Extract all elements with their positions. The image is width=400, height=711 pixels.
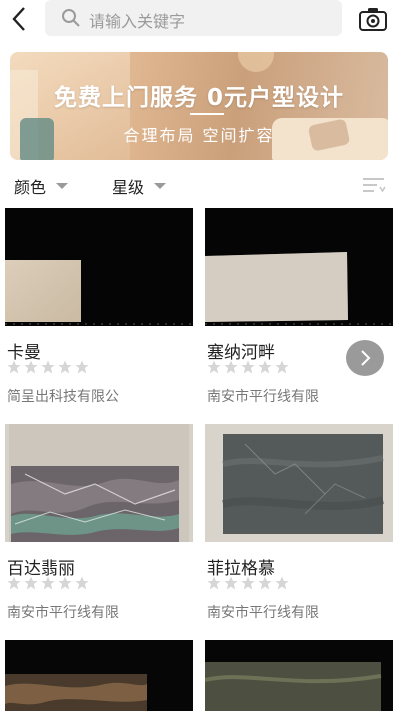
star-icon (41, 360, 55, 374)
rating-stars (7, 576, 89, 592)
sort-icon[interactable] (362, 176, 386, 194)
star-icon (241, 360, 255, 374)
company-name: 南安市平行线有限 (207, 389, 319, 405)
caret-down-icon (56, 183, 69, 189)
star-icon (75, 360, 89, 374)
star-icon (24, 360, 38, 374)
search-placeholder: 请输入关键字 (89, 12, 186, 31)
chevron-right-icon (361, 350, 371, 366)
product-image (5, 640, 193, 711)
company-name: 简呈出科技有限公 (7, 389, 119, 405)
top-bar: 请输入关键字 (0, 0, 400, 40)
caret-down-icon (154, 183, 167, 189)
star-icon (207, 576, 221, 590)
star-icon (275, 360, 289, 374)
star-icon (41, 576, 55, 590)
product-card[interactable]: 菲拉格慕 南安市平行线有限 (205, 424, 393, 634)
product-image (5, 424, 193, 542)
back-icon[interactable] (8, 4, 32, 34)
star-icon (24, 576, 38, 590)
star-icon (75, 576, 89, 590)
rating-stars (207, 360, 289, 376)
banner-subtitle: 合理布局 空间扩容 (123, 126, 275, 145)
rating-stars (7, 360, 89, 376)
filter-bar: 颜色 星级 (0, 172, 400, 198)
product-card[interactable] (205, 640, 393, 711)
product-card[interactable]: 塞纳河畔 南安市平行线有限 (205, 208, 393, 418)
star-icon (275, 576, 289, 590)
product-image (205, 424, 393, 542)
product-image (205, 640, 393, 711)
product-card[interactable] (5, 640, 193, 711)
product-card[interactable]: 卡曼 简呈出科技有限公 (5, 208, 193, 418)
star-icon (207, 360, 221, 374)
star-icon (7, 576, 21, 590)
star-icon (58, 360, 72, 374)
banner-title: 免费上门服务 0元户型设计 (53, 85, 344, 111)
star-icon (241, 576, 255, 590)
company-name: 南安市平行线有限 (207, 605, 319, 621)
color-filter-dropdown[interactable]: 颜色 (14, 174, 69, 198)
rating-filter-label: 星级 (112, 178, 145, 197)
star-icon (7, 360, 21, 374)
star-icon (258, 576, 272, 590)
rating-stars (207, 576, 289, 592)
company-name: 南安市平行线有限 (7, 605, 119, 621)
promo-banner[interactable]: 免费上门服务 0元户型设计 合理布局 空间扩容 (10, 52, 388, 160)
banner-lamp (238, 52, 274, 72)
rating-filter-dropdown[interactable]: 星级 (112, 174, 167, 198)
search-icon (61, 8, 81, 28)
product-card[interactable]: 百达翡丽 南安市平行线有限 (5, 424, 193, 634)
next-button[interactable] (346, 340, 384, 376)
search-input[interactable]: 请输入关键字 (45, 0, 342, 36)
star-icon (258, 360, 272, 374)
star-icon (224, 360, 238, 374)
star-icon (58, 576, 72, 590)
banner-divider (190, 113, 224, 115)
product-image (5, 208, 193, 326)
star-icon (224, 576, 238, 590)
camera-icon[interactable] (358, 6, 388, 32)
color-filter-label: 颜色 (14, 178, 47, 197)
product-image (205, 208, 393, 326)
